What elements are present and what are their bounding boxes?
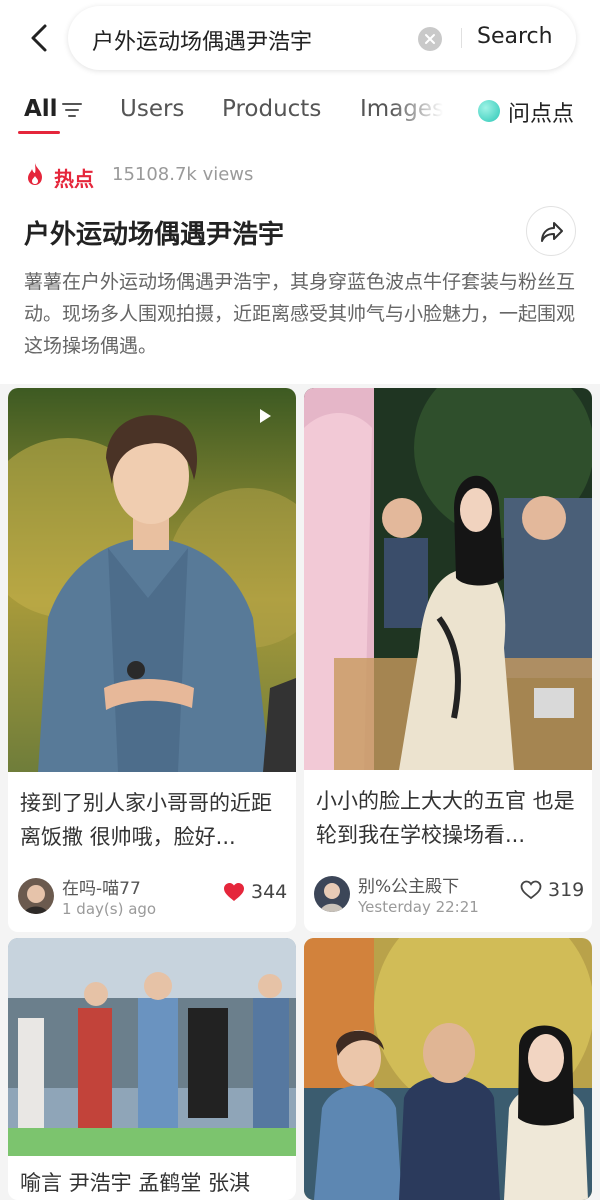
avatar [18,878,54,914]
top-bar: 户外运动场偶遇尹浩宇 Search [0,0,600,78]
play-icon [260,409,271,423]
share-icon [541,222,563,242]
hot-topic-panel: 热点 15108.7k views 户外运动场偶遇尹浩宇 薯薯在户外运动场偶遇尹… [0,140,600,384]
chevron-left-icon [31,24,47,52]
post-image[interactable] [304,938,592,1200]
post-time: Yesterday 22:21 [358,898,479,916]
filter-icon[interactable] [62,102,82,118]
flame-icon [28,163,42,185]
author-name: 别%公主殿下 [358,877,460,897]
tab-users[interactable]: Users [120,96,184,122]
tab-products[interactable]: Products [222,96,321,122]
tabs-fade [390,78,466,140]
author-name: 在吗-喵77 [62,879,141,899]
filter-tabs: All Users Products Images 问点点 [0,78,600,140]
post-card[interactable] [304,938,592,1200]
heart-icon [520,880,542,900]
share-button[interactable] [526,206,576,256]
back-button[interactable] [22,20,58,56]
search-box[interactable]: 户外运动场偶遇尹浩宇 Search [68,6,576,70]
ask-label: 问点点 [508,102,575,127]
hot-views: 15108.7k views [112,164,254,185]
post-card[interactable]: 喻言 尹浩宇 孟鹤堂 张淇 [8,938,296,1200]
ask-icon [478,100,500,122]
hot-title[interactable]: 户外运动场偶遇尹浩宇 [24,214,284,251]
clear-icon [425,34,435,44]
post-card[interactable]: 小小的脸上大大的五官 也是轮到我在学校操场看... 别%公主殿下 Yesterd… [304,388,592,932]
like-count: 344 [251,881,288,903]
clear-button[interactable] [418,27,442,51]
post-card[interactable]: 接到了别人家小哥哥的近距离饭撒 很帅哦，脸好... 在吗-喵77 1 day(s… [8,388,296,932]
search-button[interactable]: Search [477,24,553,49]
like-button[interactable]: 344 [223,881,287,906]
search-input[interactable]: 户外运动场偶遇尹浩宇 [92,24,312,56]
hot-badge-label: 热点 [54,167,94,191]
post-image[interactable] [8,388,296,772]
post-title: 喻言 尹浩宇 孟鹤堂 张淇 [20,1171,251,1195]
like-count: 319 [548,879,585,901]
tab-all[interactable]: All [24,96,58,122]
heart-icon [224,883,244,901]
post-title: 接到了别人家小哥哥的近距离饭撒 很帅哦，脸好... [20,791,272,849]
search-divider [461,28,462,48]
post-time: 1 day(s) ago [62,900,157,918]
like-button[interactable]: 319 [520,879,584,904]
hot-badge: 热点 [24,162,94,191]
active-tab-indicator [18,131,60,134]
hot-description: 薯薯在户外运动场偶遇尹浩宇，其身穿蓝色波点牛仔套装与粉丝互动。现场多人围观拍摄，… [24,271,576,357]
post-title: 小小的脸上大大的五官 也是轮到我在学校操场看... [316,789,575,847]
avatar [314,876,350,912]
post-image[interactable] [8,938,296,1156]
post-image[interactable] [304,388,592,770]
